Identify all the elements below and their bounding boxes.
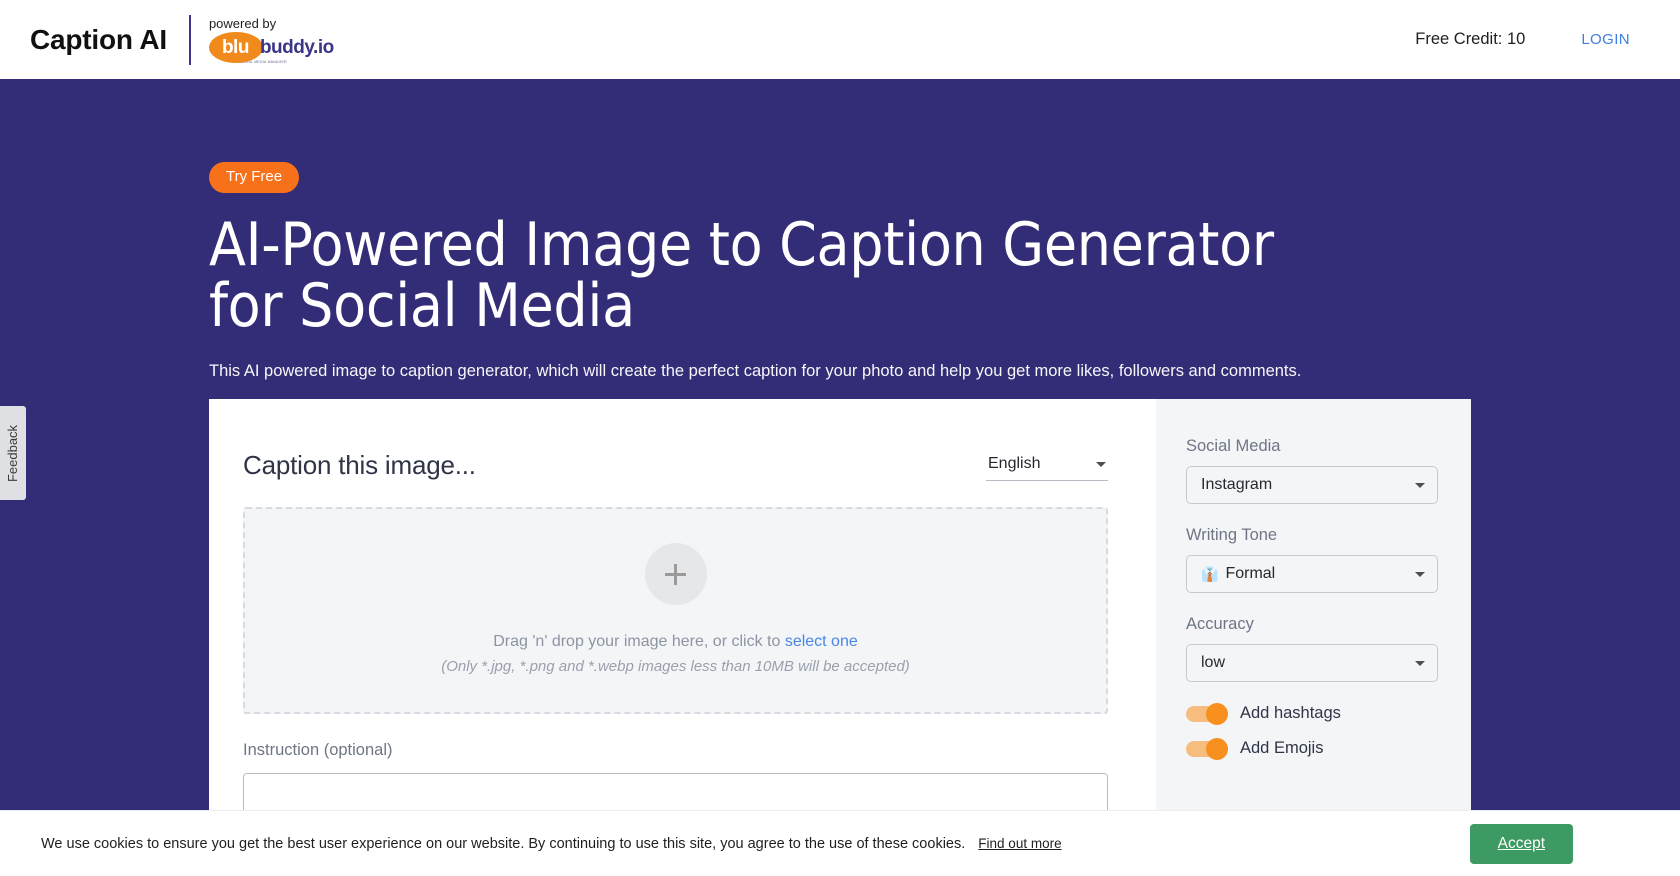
find-out-more-link[interactable]: Find out more <box>978 836 1061 851</box>
necktie-icon: 👔 <box>1201 566 1218 583</box>
dropzone-format-note: (Only *.jpg, *.png and *.webp images les… <box>441 656 910 678</box>
language-select[interactable]: English <box>986 455 1108 481</box>
chevron-down-icon <box>1415 661 1425 666</box>
writing-tone-value: Formal <box>1225 565 1275 583</box>
free-credit-label: Free Credit: 10 <box>1415 30 1525 49</box>
caption-generator-card: Caption this image... English Drag 'n' d… <box>209 399 1471 819</box>
plus-icon <box>665 564 686 585</box>
site-header: Caption AI powered by blu buddy.io SOCIA… <box>0 0 1680 79</box>
add-emojis-toggle[interactable] <box>1186 741 1226 757</box>
brand-title: Caption AI <box>30 24 189 56</box>
powered-by-group: powered by blu buddy.io SOCIAL MEDIA MAN… <box>209 16 334 63</box>
instruction-label: Instruction (optional) <box>243 741 1108 760</box>
accuracy-select[interactable]: low <box>1186 644 1438 682</box>
dropzone-instruction-text: Drag 'n' drop your image here, or click … <box>493 633 785 650</box>
social-media-label: Social Media <box>1186 437 1438 456</box>
select-file-link[interactable]: select one <box>785 633 858 650</box>
social-media-value: Instagram <box>1201 476 1272 494</box>
brand-logo-group[interactable]: Caption AI powered by blu buddy.io SOCIA… <box>30 15 334 65</box>
powered-by-label: powered by <box>209 16 334 31</box>
add-emojis-label: Add Emojis <box>1240 739 1323 758</box>
chevron-down-icon <box>1096 462 1106 467</box>
add-hashtags-toggle[interactable] <box>1186 706 1226 722</box>
blubuddy-blu-text: blu <box>222 38 249 57</box>
add-image-button[interactable] <box>645 543 707 605</box>
cookie-message-text: We use cookies to ensure you get the bes… <box>41 836 965 852</box>
language-select-value: English <box>988 455 1040 473</box>
add-emojis-toggle-row[interactable]: Add Emojis <box>1186 739 1438 758</box>
cookie-consent-banner: We use cookies to ensure you get the bes… <box>0 810 1680 876</box>
card-main-column: Caption this image... English Drag 'n' d… <box>209 399 1156 819</box>
card-header-row: Caption this image... English <box>243 437 1108 481</box>
image-dropzone[interactable]: Drag 'n' drop your image here, or click … <box>243 507 1108 714</box>
add-hashtags-toggle-row[interactable]: Add hashtags <box>1186 704 1438 723</box>
blubuddy-buddy-text: buddy.io <box>260 37 334 59</box>
chevron-down-icon <box>1415 572 1425 577</box>
dropzone-primary-text: Drag 'n' drop your image here, or click … <box>493 631 858 653</box>
accuracy-value: low <box>1201 654 1225 672</box>
feedback-tab[interactable]: Feedback <box>0 406 26 500</box>
page-title: AI-Powered Image to Caption Generator fo… <box>209 215 1289 337</box>
brand-divider <box>189 15 191 65</box>
writing-tone-label: Writing Tone <box>1186 526 1438 545</box>
page-subtitle: This AI powered image to caption generat… <box>209 360 1301 382</box>
hero-content: Try Free AI-Powered Image to Caption Gen… <box>209 79 1301 382</box>
login-button[interactable]: LOGIN <box>1571 23 1640 56</box>
writing-tone-select[interactable]: 👔 Formal <box>1186 555 1438 593</box>
blubuddy-oval-icon: blu <box>209 32 263 63</box>
accept-cookies-button[interactable]: Accept <box>1470 824 1573 864</box>
card-heading: Caption this image... <box>243 450 476 481</box>
writing-tone-value-group: 👔 Formal <box>1201 565 1275 583</box>
add-hashtags-label: Add hashtags <box>1240 704 1341 723</box>
blubuddy-logo[interactable]: blu buddy.io SOCIAL MEDIA MANAGER <box>209 32 334 63</box>
cookie-message: We use cookies to ensure you get the bes… <box>41 836 1062 852</box>
social-media-select[interactable]: Instagram <box>1186 466 1438 504</box>
toggle-knob <box>1206 703 1228 725</box>
try-free-badge[interactable]: Try Free <box>209 162 299 193</box>
feedback-tab-label: Feedback <box>6 424 21 481</box>
settings-panel: Social Media Instagram Writing Tone 👔 Fo… <box>1156 399 1471 819</box>
accuracy-label: Accuracy <box>1186 615 1438 634</box>
chevron-down-icon <box>1415 483 1425 488</box>
header-actions: Free Credit: 10 LOGIN <box>1415 23 1640 56</box>
toggle-knob <box>1206 738 1228 760</box>
